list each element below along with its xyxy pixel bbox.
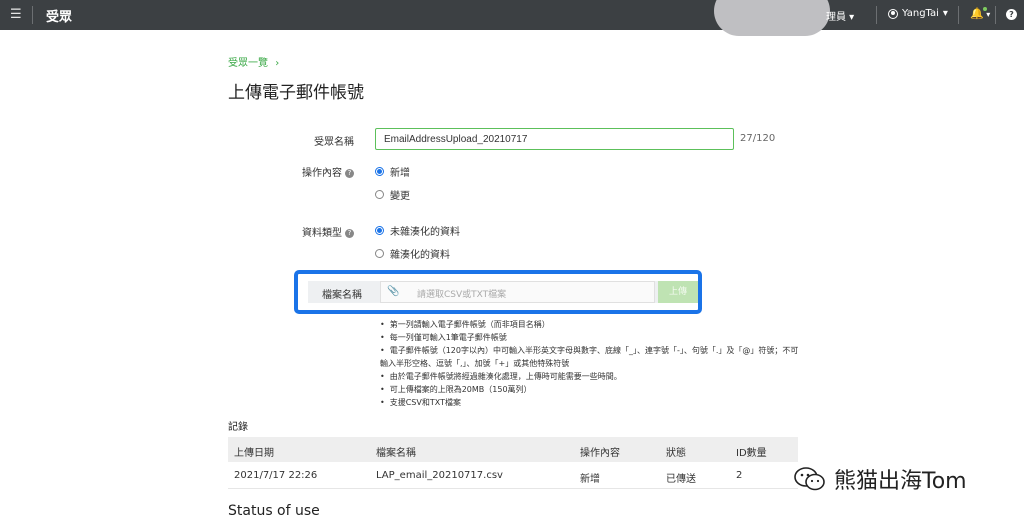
file-select-input[interactable]: 📎 請選取CSV或TXT檔案 xyxy=(380,281,655,303)
upload-notes: 第一列請輸入電子郵件帳號（而非項目名稱） 每一列僅可輸入1筆電子郵件帳號 電子郵… xyxy=(380,318,800,409)
note-item: 第一列請輸入電子郵件帳號（而非項目名稱） xyxy=(380,318,800,331)
column-header: 操作內容 xyxy=(580,448,620,459)
column-header: ID數量 xyxy=(736,448,767,459)
redacted-area xyxy=(714,0,830,36)
status-of-use-heading: Status of use xyxy=(228,503,320,519)
data-type-option-unhashed[interactable]: 未雜湊化的資料 xyxy=(375,223,460,238)
topbar-divider xyxy=(876,6,877,24)
note-item: 支援CSV和TXT檔案 xyxy=(380,396,800,409)
operation-option-add[interactable]: 新增 xyxy=(375,164,410,179)
user-icon xyxy=(888,8,898,19)
note-item: 每一列僅可輸入1筆電子郵件帳號 xyxy=(380,331,800,344)
table-cell: 新增 xyxy=(580,474,600,485)
breadcrumb: 受眾一覽 › xyxy=(228,54,279,69)
audience-name-label: 受眾名稱 xyxy=(314,137,354,148)
hamburger-icon[interactable]: ☰ xyxy=(10,7,22,22)
data-type-label: 資料類型? xyxy=(214,224,354,239)
top-navigation-bar: ☰ 受眾 理員 ▾ YangTai ▾ 🔔 ▾ ? xyxy=(0,0,1024,36)
table-cell: 2 xyxy=(736,470,743,481)
breadcrumb-audience-list-link[interactable]: 受眾一覽 xyxy=(228,58,268,69)
help-icon[interactable]: ? xyxy=(345,229,354,238)
note-item: 可上傳檔案的上限為20MB（150萬列） xyxy=(380,383,800,396)
audience-name-input[interactable] xyxy=(375,128,734,150)
table-cell: LAP_email_20210717.csv xyxy=(376,470,503,481)
file-name-label: 檔案名稱 xyxy=(322,290,362,301)
file-upload-row: 檔案名稱 📎 請選取CSV或TXT檔案 上傳 xyxy=(308,281,698,303)
column-header: 狀態 xyxy=(666,448,686,459)
table-header: 上傳日期 檔案名稱 操作內容 狀態 ID數量 xyxy=(228,437,798,462)
radio-unselected-icon[interactable] xyxy=(375,249,384,258)
watermark: 熊猫出海Tom xyxy=(792,463,967,495)
user-menu[interactable]: YangTai ▾ xyxy=(888,8,948,19)
table-cell: 2021/7/17 22:26 xyxy=(234,470,318,481)
chevron-down-icon: ▾ xyxy=(942,8,948,19)
radio-selected-icon[interactable] xyxy=(375,226,384,235)
records-heading: 記錄 xyxy=(228,422,248,433)
file-upload-highlight: 檔案名稱 📎 請選取CSV或TXT檔案 上傳 xyxy=(294,270,702,314)
file-placeholder: 請選取CSV或TXT檔案 xyxy=(417,290,507,300)
role-menu[interactable]: 理員 ▾ xyxy=(826,8,854,23)
notification-dot xyxy=(983,7,987,11)
breadcrumb-separator: › xyxy=(275,58,280,69)
operation-option-change[interactable]: 變更 xyxy=(375,187,410,202)
wechat-logo-icon xyxy=(794,467,825,491)
topbar-divider xyxy=(958,6,959,24)
column-header: 上傳日期 xyxy=(234,448,274,459)
table-cell: 已傳送 xyxy=(666,474,696,485)
data-type-option-hashed[interactable]: 雜湊化的資料 xyxy=(375,246,450,261)
character-counter: 27/120 xyxy=(740,133,776,144)
operation-label: 操作內容? xyxy=(214,164,354,179)
app-title: 受眾 xyxy=(46,10,73,25)
records-table: 上傳日期 檔案名稱 操作內容 狀態 ID數量 2021/7/17 22:26 L… xyxy=(228,437,798,489)
bell-icon[interactable]: 🔔 ▾ xyxy=(970,7,990,20)
paperclip-icon: 📎 xyxy=(387,286,400,297)
topbar-divider xyxy=(995,6,996,24)
user-name: YangTai xyxy=(902,8,939,19)
radio-unselected-icon[interactable] xyxy=(375,190,384,199)
topbar-divider xyxy=(32,6,33,24)
upload-button[interactable]: 上傳 xyxy=(658,281,698,303)
table-row: 2021/7/17 22:26 LAP_email_20210717.csv 新… xyxy=(228,462,798,489)
watermark-text: 熊猫出海Tom xyxy=(834,469,967,494)
note-item: 電子郵件帳號（120字以內）中可輸入半形英文字母與數字、底線「_」、連字號「-」… xyxy=(380,344,800,370)
column-header: 檔案名稱 xyxy=(376,448,416,459)
note-item: 由於電子郵件帳號將經過雜湊化處理，上傳時可能需要一些時間。 xyxy=(380,370,800,383)
help-icon[interactable]: ? xyxy=(1006,9,1017,20)
radio-selected-icon[interactable] xyxy=(375,167,384,176)
help-icon[interactable]: ? xyxy=(345,169,354,178)
page-title: 上傳電子郵件帳號 xyxy=(228,83,364,103)
